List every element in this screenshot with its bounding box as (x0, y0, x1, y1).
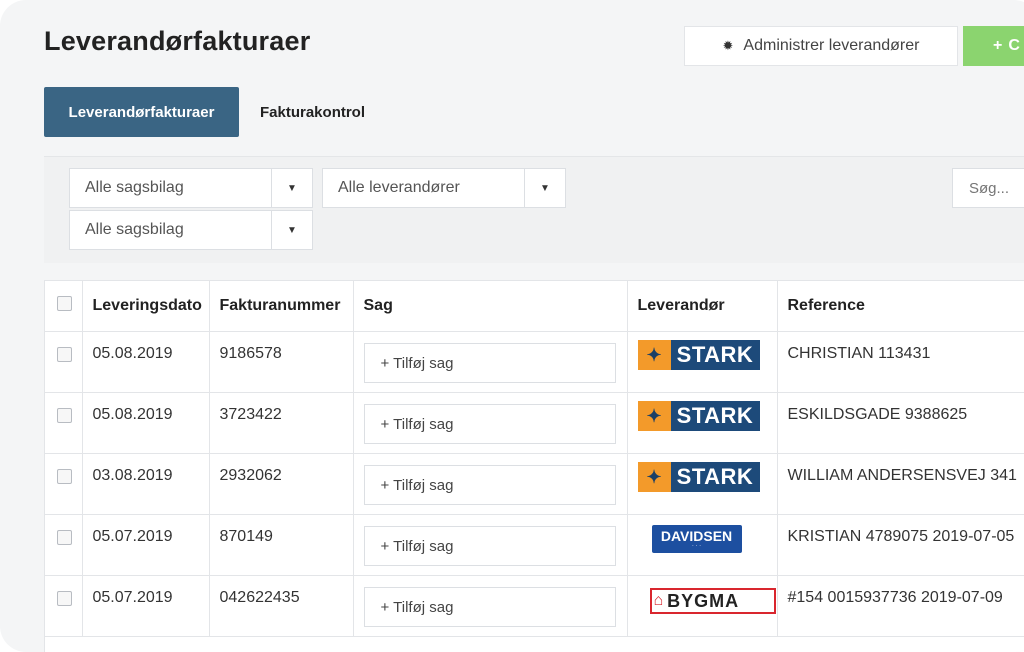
row-checkbox[interactable] (57, 530, 72, 545)
delivery-date: 05.07.2019 (82, 575, 210, 637)
select-value: Alle sagsbilag (85, 221, 184, 238)
select-value: Alle sagsbilag (85, 179, 184, 196)
delivery-date: 03.08.2019 (82, 453, 210, 515)
invoice-number: 042622435 (209, 575, 354, 637)
tab-label: Leverandørfakturaer (68, 103, 215, 121)
supplier-cell: ✦ STARK (627, 453, 778, 515)
supplier-filter-select[interactable]: Alle leverandører ▼ (322, 168, 566, 208)
reference: WILLIAM ANDERSENSVEJ 341 (777, 453, 1024, 515)
supplier-cell: ⌂ BYGMA (627, 575, 778, 637)
add-case-button[interactable]: + Tilføj sag (363, 587, 616, 627)
manage-suppliers-label: Administrer leverandører (743, 37, 920, 54)
stark-logo: ✦ STARK (637, 401, 760, 431)
table-header-row: Leveringsdato Fakturanummer Sag Leverand… (45, 281, 1024, 332)
invoice-number: 870149 (209, 514, 354, 576)
supplier-cell: ✦ STARK (627, 392, 778, 454)
row-checkbox[interactable] (57, 591, 72, 606)
delivery-date: 05.08.2019 (82, 331, 210, 393)
add-case-button[interactable]: + Tilføj sag (363, 404, 616, 444)
column-header-delivery-date[interactable]: Leveringsdato (82, 281, 210, 332)
create-button[interactable]: + C (963, 26, 1024, 66)
checkbox-cell (45, 514, 83, 576)
checkbox-cell (45, 575, 83, 637)
app-frame: Leverandørfakturaer ✹ Administrer levera… (0, 0, 1024, 652)
supplier-cell: ✦ STARK (627, 331, 778, 393)
stark-logo: ✦ STARK (637, 462, 760, 492)
reference: KRISTIAN 4789075 2019-07-05 (777, 514, 1024, 576)
manage-suppliers-button[interactable]: ✹ Administrer leverandører (684, 26, 958, 66)
column-header-reference[interactable]: Reference (777, 281, 1024, 332)
supplier-cell: DAVIDSEN · · · (627, 514, 778, 576)
reference: ESKILDSGADE 9388625 (777, 392, 1024, 454)
table-row[interactable]: 05.08.2019 9186578 + Tilføj sag ✦ STARK C… (45, 331, 1024, 393)
tab-invoice-control[interactable]: Fakturakontrol (260, 87, 365, 137)
delivery-date: 05.08.2019 (82, 392, 210, 454)
caret-down-icon: ▼ (271, 169, 312, 207)
checkbox-cell (45, 392, 83, 454)
delivery-date: 05.07.2019 (82, 514, 210, 576)
case-cell: + Tilføj sag (353, 514, 628, 576)
house-icon: ⌂ (653, 592, 664, 609)
checkbox-cell (45, 453, 83, 515)
add-case-button[interactable]: + Tilføj sag (363, 465, 616, 505)
plus-icon: + (993, 37, 1003, 54)
caret-down-icon: ▼ (271, 211, 312, 249)
case-docs-filter-select-2[interactable]: Alle sagsbilag ▼ (69, 210, 313, 250)
create-button-label: C (1008, 37, 1020, 54)
case-cell: + Tilføj sag (353, 453, 628, 515)
case-cell: + Tilføj sag (353, 392, 628, 454)
case-cell: + Tilføj sag (353, 575, 628, 637)
case-cell: + Tilføj sag (353, 331, 628, 393)
column-header-case[interactable]: Sag (353, 281, 628, 332)
tab-supplier-invoices[interactable]: Leverandørfakturaer (44, 87, 239, 137)
column-header-supplier[interactable]: Leverandør (627, 281, 778, 332)
row-checkbox[interactable] (57, 469, 72, 484)
table-row[interactable]: 05.08.2019 3723422 + Tilføj sag ✦ STARK E… (45, 392, 1024, 454)
checkbox-cell (45, 331, 83, 393)
reference: CHRISTIAN 113431 (777, 331, 1024, 393)
table-row[interactable]: 05.07.2019 870149 + Tilføj sag DAVIDSEN ·… (45, 514, 1024, 576)
gear-icon: ✹ (722, 38, 734, 53)
table-row[interactable]: 03.08.2019 2932062 + Tilføj sag ✦ STARK W… (45, 453, 1024, 515)
add-case-button[interactable]: + Tilføj sag (363, 526, 616, 566)
add-case-button[interactable]: + Tilføj sag (363, 343, 616, 383)
invoice-number: 2932062 (209, 453, 354, 515)
invoice-number: 3723422 (209, 392, 354, 454)
invoice-number: 9186578 (209, 331, 354, 393)
row-checkbox[interactable] (57, 347, 72, 362)
table-row[interactable]: 05.07.2019 042622435 + Tilføj sag ⌂ BYGMA… (45, 575, 1024, 637)
search-input[interactable] (952, 168, 1024, 208)
select-value: Alle leverandører (338, 179, 460, 196)
tab-label: Fakturakontrol (260, 103, 366, 121)
stark-logo: ✦ STARK (637, 340, 760, 370)
invoice-table: Leveringsdato Fakturanummer Sag Leverand… (44, 280, 1024, 652)
page-title: Leverandørfakturaer (44, 26, 311, 56)
case-docs-filter-select[interactable]: Alle sagsbilag ▼ (69, 168, 313, 208)
column-header-invoice-number[interactable]: Fakturanummer (209, 281, 354, 332)
row-checkbox[interactable] (57, 408, 72, 423)
select-all-checkbox[interactable] (57, 296, 72, 311)
caret-down-icon: ▼ (524, 169, 565, 207)
bygma-logo: ⌂ BYGMA (649, 588, 776, 614)
davidsen-logo: DAVIDSEN · · · (651, 525, 742, 553)
select-all-cell (45, 281, 83, 332)
reference: #154 0015937736 2019-07-09 (777, 575, 1024, 637)
